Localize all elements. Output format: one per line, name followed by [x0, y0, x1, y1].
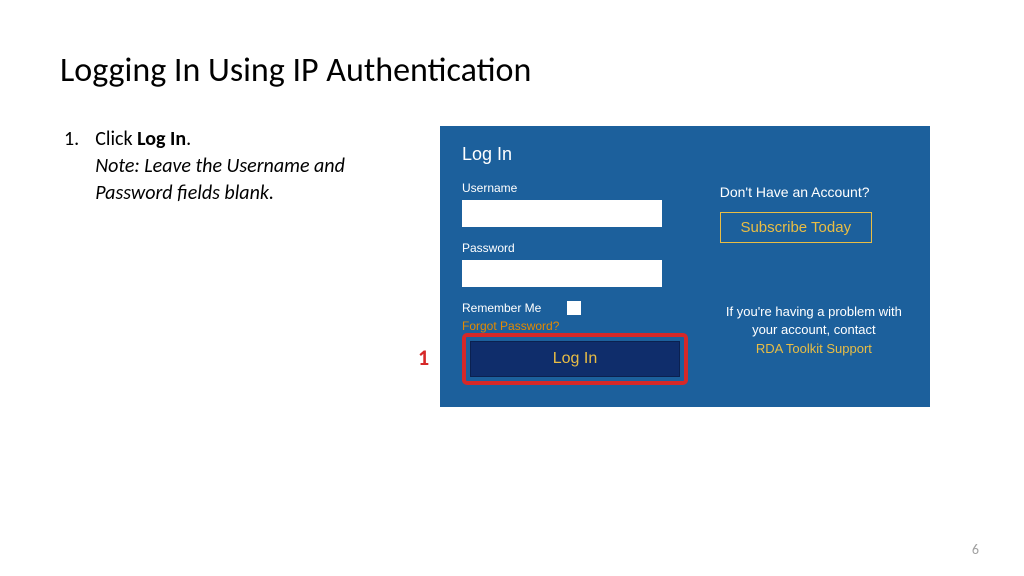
instruction-body: Click Log In. Note: Leave the Username a… — [95, 126, 420, 207]
instruction-number: 1. — [64, 126, 79, 207]
panel-wrap: 1 Log In Username Password Remember Me F… — [440, 126, 930, 407]
login-button-wrap: Log In — [462, 333, 694, 385]
callout-highlight-box: Log In — [462, 333, 688, 385]
page-number: 6 — [972, 541, 979, 558]
panel-left: Log In Username Password Remember Me For… — [462, 144, 712, 385]
remember-checkbox[interactable] — [567, 301, 581, 315]
instruction-item-1: 1. Click Log In. Note: Leave the Usernam… — [60, 126, 420, 207]
action-bold: Log In — [137, 127, 186, 151]
problem-text: If you're having a problem with your acc… — [720, 303, 908, 339]
slide-title: Logging In Using IP Authentication — [60, 50, 964, 91]
panel-right: Don't Have an Account? Subscribe Today I… — [712, 144, 908, 385]
content-row: 1. Click Log In. Note: Leave the Usernam… — [60, 126, 964, 407]
instruction-note: Note: Leave the Username and Password fi… — [95, 153, 420, 207]
slide: Logging In Using IP Authentication 1. Cl… — [0, 0, 1024, 576]
forgot-password-link[interactable]: Forgot Password? — [462, 319, 694, 333]
action-suffix: . — [186, 127, 191, 151]
login-heading: Log In — [462, 144, 694, 165]
login-button[interactable]: Log In — [470, 341, 680, 377]
password-input[interactable] — [462, 260, 662, 287]
remember-label: Remember Me — [462, 301, 541, 315]
instructions-column: 1. Click Log In. Note: Leave the Usernam… — [60, 126, 420, 207]
support-link[interactable]: RDA Toolkit Support — [720, 341, 908, 358]
username-label: Username — [462, 181, 694, 195]
username-input[interactable] — [462, 200, 662, 227]
remember-row: Remember Me — [462, 301, 694, 315]
password-label: Password — [462, 241, 694, 255]
action-prefix: Click — [95, 127, 137, 151]
instruction-action: Click Log In. — [95, 126, 420, 153]
login-panel: Log In Username Password Remember Me For… — [440, 126, 930, 407]
callout-marker-1: 1 — [418, 344, 429, 371]
subscribe-button[interactable]: Subscribe Today — [720, 212, 872, 243]
no-account-text: Don't Have an Account? — [720, 184, 908, 200]
